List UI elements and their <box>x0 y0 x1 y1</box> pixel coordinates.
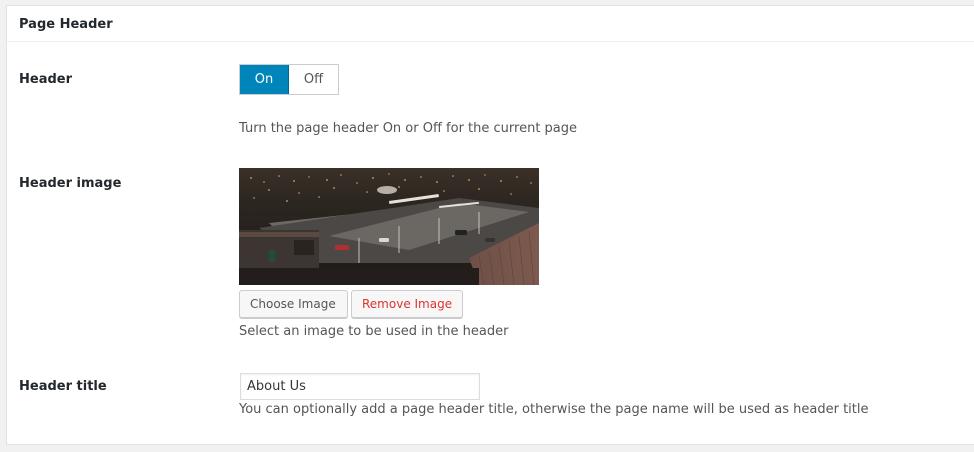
choose-image-button[interactable]: Choose Image <box>239 290 348 318</box>
header-image-help-text: Select an image to be used in the header <box>239 324 509 339</box>
header-title-help-text: You can optionally add a page header tit… <box>239 402 869 417</box>
header-title-label: Header title <box>19 379 107 394</box>
header-title-input[interactable] <box>240 373 480 400</box>
toggle-off-button[interactable]: Off <box>289 65 338 94</box>
page-header-panel: Page Header Header On Off Turn the page … <box>6 5 974 445</box>
header-label: Header <box>19 72 73 87</box>
night-city-image <box>239 168 539 285</box>
header-image-label: Header image <box>19 176 122 191</box>
header-help-text: Turn the page header On or Off for the c… <box>239 121 578 136</box>
header-image-preview <box>239 168 539 285</box>
remove-image-button[interactable]: Remove Image <box>351 290 463 318</box>
toggle-on-button[interactable]: On <box>240 65 289 94</box>
header-toggle: On Off <box>239 64 339 95</box>
panel-title: Page Header <box>7 6 974 42</box>
